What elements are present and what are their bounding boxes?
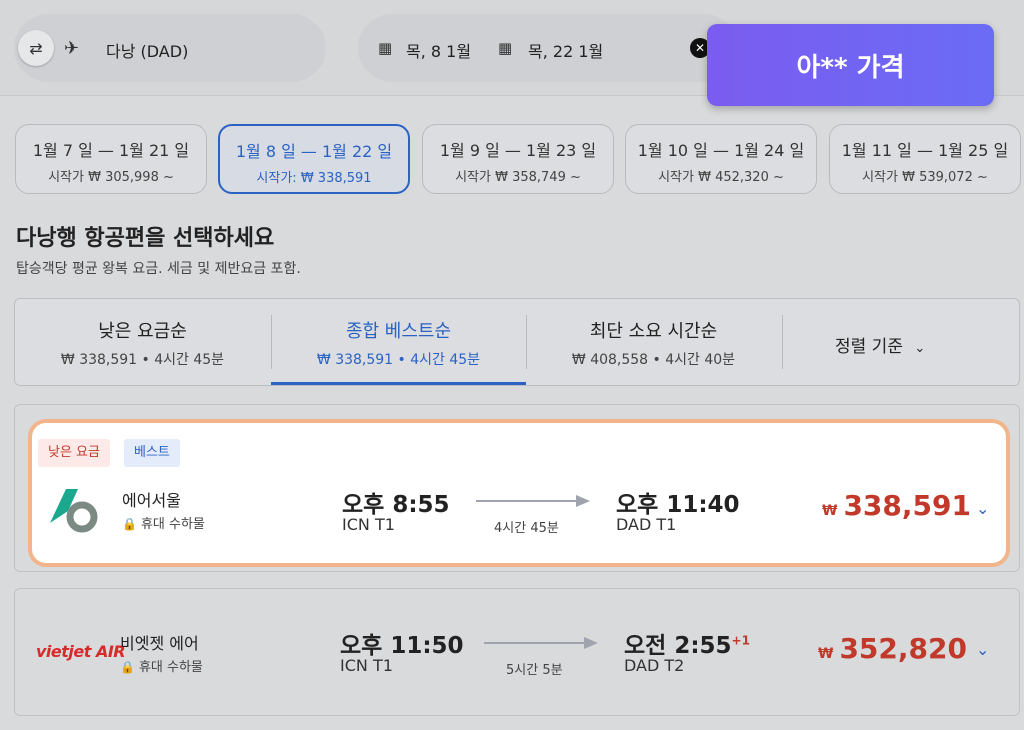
air-seoul-logo bbox=[50, 489, 98, 533]
sort-dropdown-label: 정렬 기준 bbox=[835, 337, 903, 357]
tab-cheapest[interactable]: 낮은 요금순 ₩ 338,591 • 4시간 45분 bbox=[15, 299, 270, 385]
date-chip[interactable]: 1월 11 일 — 1월 25 일 시작가 ₩ 539,072 ~ bbox=[829, 124, 1021, 194]
date-chip-price: 시작가 ₩ 539,072 ~ bbox=[862, 170, 988, 185]
flight-duration: 4시간 45분 bbox=[494, 521, 559, 536]
date-chip-range: 1월 9 일 — 1월 23 일 bbox=[439, 141, 597, 160]
tab-meta: ₩ 408,558 • 4시간 40분 bbox=[571, 352, 736, 368]
flight-price: ₩352,820 bbox=[818, 632, 967, 665]
chevron-down-icon[interactable]: ⌄ bbox=[976, 499, 989, 518]
day-offset: +1 bbox=[731, 633, 750, 648]
plane-landing-icon: ✈ bbox=[64, 38, 80, 59]
date-chip-range: 1월 11 일 — 1월 25 일 bbox=[841, 141, 1009, 160]
lock-icon: 🔒 bbox=[120, 660, 135, 674]
swap-icon[interactable]: ⇄ bbox=[18, 30, 54, 66]
arrive-time: 오후 11:40 bbox=[616, 492, 740, 518]
divider bbox=[782, 315, 783, 369]
baggage-info: 🔒 휴대 수하물 bbox=[120, 656, 203, 675]
depart-airport: ICN T1 bbox=[342, 515, 395, 534]
sort-dropdown[interactable]: 정렬 기준 ⌄ bbox=[835, 332, 925, 357]
flight-duration: 5시간 5분 bbox=[506, 663, 563, 678]
date-chip-range: 1월 10 일 — 1월 24 일 bbox=[637, 141, 805, 160]
airline-name: 에어서울 bbox=[122, 491, 181, 510]
return-date[interactable]: 목, 22 1월 bbox=[528, 38, 603, 62]
depart-date[interactable]: 목, 8 1월 bbox=[406, 38, 471, 62]
arrow-right-icon bbox=[584, 637, 598, 649]
depart-time: 오후 8:55 bbox=[342, 492, 450, 518]
price-value: 352,820 bbox=[839, 632, 967, 665]
tab-label: 최단 소요 시간순 bbox=[589, 321, 718, 342]
price-alert-button[interactable]: 아** 가격 bbox=[707, 24, 994, 106]
arrive-airport: DAD T2 bbox=[624, 656, 685, 675]
date-chip[interactable]: 1월 7 일 — 1월 21 일 시작가 ₩ 305,998 ~ bbox=[15, 124, 207, 194]
page-subtitle: 탑승객당 평균 왕복 요금. 세금 및 제반요금 포함. bbox=[16, 261, 301, 277]
date-chip[interactable]: 1월 10 일 — 1월 24 일 시작가 ₩ 452,320 ~ bbox=[625, 124, 817, 194]
lock-icon: 🔒 bbox=[122, 517, 137, 531]
date-chip-price: 시작가: ₩ 338,591 bbox=[256, 171, 372, 186]
tab-label: 낮은 요금순 bbox=[98, 321, 187, 342]
chevron-down-icon[interactable]: ⌄ bbox=[976, 640, 989, 659]
currency-symbol: ₩ bbox=[822, 503, 838, 519]
date-chip-range: 1월 7 일 — 1월 21 일 bbox=[32, 141, 190, 160]
flight-price: ₩338,591 bbox=[822, 489, 971, 522]
tab-fastest[interactable]: 최단 소요 시간순 ₩ 408,558 • 4시간 40분 bbox=[526, 299, 781, 385]
tab-meta: ₩ 338,591 • 4시간 45분 bbox=[60, 352, 225, 368]
date-chip-price: 시작가 ₩ 305,998 ~ bbox=[48, 170, 174, 185]
tab-label: 종합 베스트순 bbox=[345, 321, 452, 342]
date-chip-price: 시작가 ₩ 452,320 ~ bbox=[658, 170, 784, 185]
currency-symbol: ₩ bbox=[818, 646, 834, 662]
destination-text[interactable]: 다낭 (DAD) bbox=[106, 38, 188, 62]
baggage-info: 🔒 휴대 수하물 bbox=[122, 513, 205, 532]
baggage-text: 휴대 수하물 bbox=[138, 660, 203, 675]
baggage-text: 휴대 수하물 bbox=[140, 517, 205, 532]
page-title: 다낭행 항공편을 선택하세요 bbox=[16, 226, 275, 251]
route-line bbox=[476, 500, 576, 502]
depart-time: 오후 11:50 bbox=[340, 633, 464, 659]
flight-card-highlighted[interactable]: 낮은 요금 베스트 에어서울 🔒 휴대 수하물 오후 8:55 ICN T1 4시… bbox=[28, 419, 1010, 567]
airline-name: 비엣젯 에어 bbox=[120, 634, 199, 653]
arrive-airport: DAD T1 bbox=[616, 515, 677, 534]
date-chip-range: 1월 8 일 — 1월 22 일 bbox=[235, 142, 393, 161]
route-line bbox=[484, 642, 584, 644]
tab-meta: ₩ 338,591 • 4시간 45분 bbox=[316, 352, 481, 368]
badge-lowest-fare: 낮은 요금 bbox=[38, 439, 110, 467]
depart-airport: ICN T1 bbox=[340, 656, 393, 675]
chevron-down-icon: ⌄ bbox=[914, 341, 926, 356]
calendar-return-icon: ▦ bbox=[498, 39, 513, 57]
calendar-depart-icon: ▦ bbox=[378, 39, 393, 57]
date-chip-selected[interactable]: 1월 8 일 — 1월 22 일 시작가: ₩ 338,591 bbox=[218, 124, 410, 194]
vietjet-logo: vietjet AIR bbox=[36, 642, 126, 661]
date-chip-price: 시작가 ₩ 358,749 ~ bbox=[455, 170, 581, 185]
arrow-right-icon bbox=[576, 495, 590, 507]
date-chip[interactable]: 1월 9 일 — 1월 23 일 시작가 ₩ 358,749 ~ bbox=[422, 124, 614, 194]
tab-best[interactable]: 종합 베스트순 ₩ 338,591 • 4시간 45분 bbox=[271, 299, 526, 385]
arrive-time: 오전 2:55+1 bbox=[624, 626, 750, 660]
badge-best: 베스트 bbox=[124, 439, 180, 467]
price-value: 338,591 bbox=[843, 489, 971, 522]
